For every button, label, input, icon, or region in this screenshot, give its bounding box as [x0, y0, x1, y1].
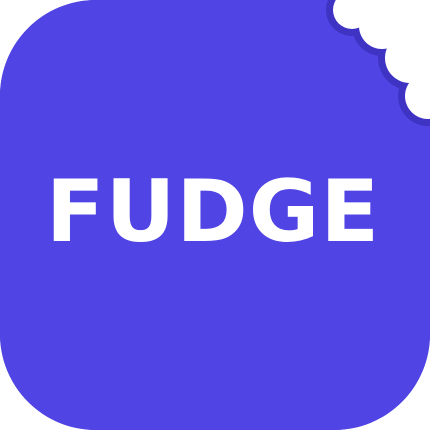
- bitten-rounded-square-icon: [0, 0, 430, 430]
- icon-body: [0, 0, 430, 430]
- fudge-app-icon: FUDGE: [0, 0, 430, 430]
